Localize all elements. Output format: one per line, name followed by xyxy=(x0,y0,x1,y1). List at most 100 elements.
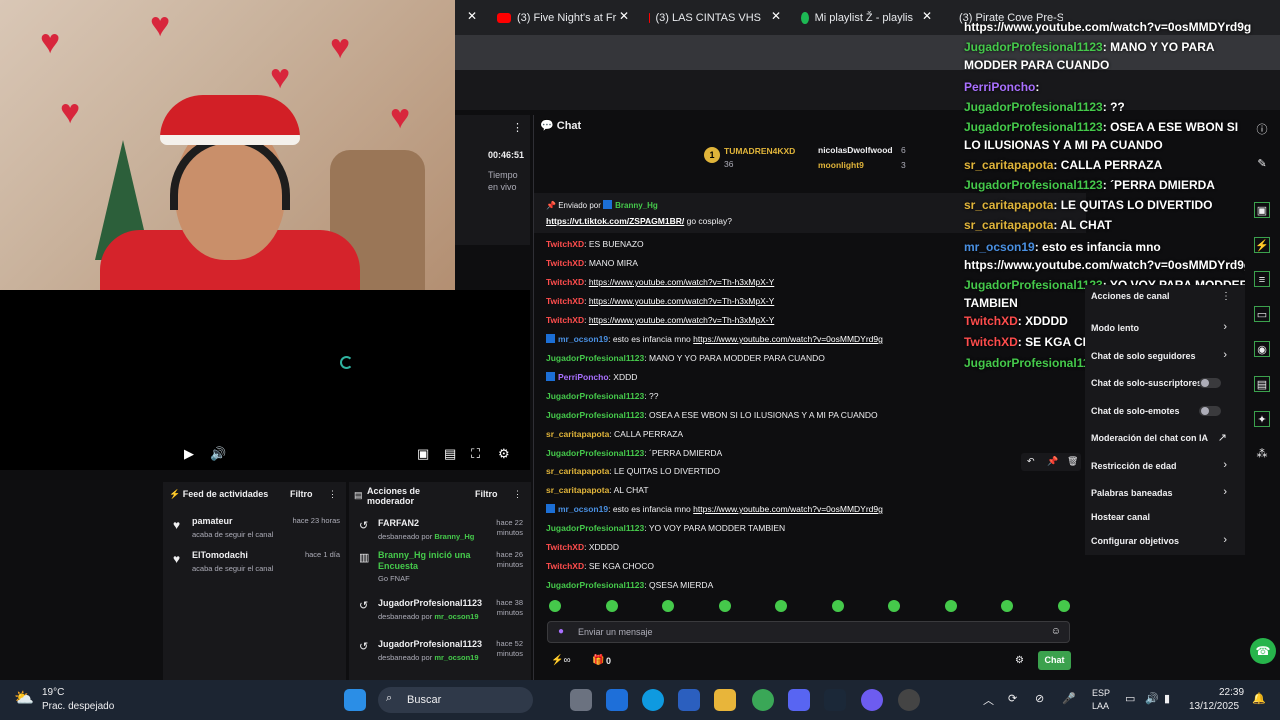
chat-username[interactable]: JugadorProfesional1123 xyxy=(546,580,644,590)
mod-action-title[interactable]: Branny_Hg inició una Encuesta xyxy=(378,550,473,572)
layout-icon[interactable]: ▣ xyxy=(1254,202,1270,218)
mod-user[interactable]: mr_ocson19 xyxy=(434,653,478,662)
browser-tab[interactable]: (3) Five Night's at Fr xyxy=(497,8,622,28)
play-icon[interactable]: ▶ xyxy=(184,446,194,462)
outlook-icon[interactable] xyxy=(606,689,628,711)
emote-icon[interactable] xyxy=(831,600,844,612)
chat-settings-icon[interactable]: ⚙ xyxy=(1015,655,1024,666)
chat-username[interactable]: TwitchXD xyxy=(546,277,584,287)
activity-user[interactable]: pamateur xyxy=(192,516,233,526)
chrome-icon[interactable] xyxy=(752,689,774,711)
reply-icon[interactable]: ↶ xyxy=(1027,456,1035,467)
chat-input[interactable]: ● Enviar un mensaje ☺ xyxy=(547,621,1070,643)
chat-username[interactable]: JugadorProfesional1123 xyxy=(546,353,644,363)
volume-icon[interactable]: 🔊 xyxy=(1145,692,1159,705)
toggle-switch[interactable] xyxy=(1199,406,1221,416)
chat-link[interactable]: https://www.youtube.com/watch?v=Th-h3xMp… xyxy=(589,296,774,306)
delete-icon[interactable]: 🗑 xyxy=(1067,456,1078,467)
chat-link[interactable]: https://www.youtube.com/watch?v=0osMMDYr… xyxy=(693,334,883,344)
mod-action-title[interactable]: FARFAN2 xyxy=(378,518,488,529)
leaderboard-first[interactable]: TUMADREN4KXD xyxy=(724,146,795,156)
steam-icon[interactable] xyxy=(824,689,846,711)
activity-user[interactable]: ElTomodachi xyxy=(192,550,248,560)
emote-icon[interactable] xyxy=(605,600,618,612)
pin-icon[interactable]: 📌 xyxy=(1047,456,1058,467)
channel-action-item[interactable]: Restricción de edad xyxy=(1091,461,1177,471)
info-icon[interactable]: ⓘ xyxy=(1254,122,1270,138)
chat-username[interactable]: sr_caritapapota xyxy=(546,485,609,495)
emote-picker-icon[interactable]: ☺ xyxy=(1051,626,1061,637)
chat-username[interactable]: TwitchXD xyxy=(546,561,584,571)
pinned-link[interactable]: https://vt.tiktok.com/ZSPAGM1BR/ xyxy=(546,216,684,226)
chat-icon[interactable]: ▭ xyxy=(1254,306,1270,322)
bolt-icon[interactable]: ⚡ xyxy=(1254,237,1270,253)
emote-icon[interactable] xyxy=(888,600,900,612)
channel-action-item[interactable]: Chat de solo-suscriptores xyxy=(1091,378,1202,388)
language-region[interactable]: LAA xyxy=(1092,701,1109,711)
tray-icon[interactable]: ⊘ xyxy=(1035,692,1044,705)
battery-icon[interactable]: ▮ xyxy=(1164,692,1170,705)
mic-icon[interactable]: 🎤 xyxy=(1062,692,1076,705)
chat-username[interactable]: sr_caritapapota xyxy=(546,466,609,476)
volume-icon[interactable]: 🔊 xyxy=(210,446,226,462)
chat-username[interactable]: JugadorProfesional1123 xyxy=(546,523,644,533)
channel-action-item[interactable]: Hostear canal xyxy=(1091,512,1150,522)
edit-icon[interactable]: ✎ xyxy=(1254,156,1270,172)
fullscreen-icon[interactable]: ⛶ xyxy=(471,446,480,462)
notification-icon[interactable]: 🔔 xyxy=(1252,692,1266,705)
close-icon[interactable]: ✕ xyxy=(922,9,932,23)
taskbar-search[interactable]: ⌕ Buscar xyxy=(378,687,533,713)
channel-action-item[interactable]: Moderación del chat con IA xyxy=(1091,433,1208,443)
emote-icon[interactable] xyxy=(718,600,731,612)
explorer-icon[interactable] xyxy=(714,689,736,711)
leaderboard-third[interactable]: moonlight9 xyxy=(818,160,864,170)
mod-action-title[interactable]: JugadorProfesional1123 xyxy=(378,639,488,650)
tool-icon[interactable]: ✦ xyxy=(1254,411,1270,427)
emote-icon[interactable] xyxy=(549,600,561,612)
chat-link[interactable]: https://www.youtube.com/watch?v=0osMMDYr… xyxy=(693,504,883,514)
video-player[interactable]: ▶ 🔊 ▣ ▤ ⛶ ⚙ xyxy=(0,290,530,470)
browser-tab[interactable]: (3) LAS CINTAS VHS xyxy=(649,8,761,28)
more-icon[interactable]: ⋮ xyxy=(513,489,522,500)
close-icon[interactable]: ✕ xyxy=(467,9,477,23)
network-icon[interactable]: ⟳ xyxy=(1008,692,1017,705)
list-icon[interactable]: ≡ xyxy=(1254,271,1270,287)
mod-user[interactable]: mr_ocson19 xyxy=(434,612,478,621)
chat-username[interactable]: sr_caritapapota xyxy=(546,429,609,439)
discord-icon[interactable] xyxy=(788,689,810,711)
filter-button[interactable]: Filtro xyxy=(475,489,498,499)
channel-action-item[interactable]: Configurar objetivos xyxy=(1091,536,1179,546)
clock-time[interactable]: 22:39 xyxy=(1219,687,1244,698)
clip-icon[interactable]: ▤ xyxy=(444,446,456,462)
language-code[interactable]: ESP xyxy=(1092,688,1110,698)
emote-icon[interactable] xyxy=(1057,600,1070,612)
chat-username[interactable]: JugadorProfesional1123 xyxy=(546,410,644,420)
broadcast-icon[interactable]: ◉ xyxy=(1254,341,1270,357)
emote-icon[interactable] xyxy=(775,600,787,612)
weather-icon[interactable]: ⛅ xyxy=(14,688,34,708)
wifi-icon[interactable]: ▭ xyxy=(1125,692,1135,705)
close-icon[interactable]: ✕ xyxy=(619,9,629,23)
more-icon[interactable]: ⋮ xyxy=(1221,291,1231,302)
leaderboard-second[interactable]: nicolasDwolfwood xyxy=(818,145,893,155)
extension-icon[interactable]: ⁂ xyxy=(1254,446,1270,462)
help-icon[interactable]: ☎ xyxy=(1250,638,1276,664)
chat-link[interactable]: https://www.youtube.com/watch?v=Th-h3xMp… xyxy=(589,315,774,325)
toggle-switch[interactable] xyxy=(1199,378,1221,388)
store-icon[interactable] xyxy=(678,689,700,711)
obs-icon[interactable] xyxy=(898,689,920,711)
chat-username[interactable]: TwitchXD xyxy=(546,296,584,306)
channel-action-item[interactable]: Modo lento xyxy=(1091,323,1139,333)
chat-username[interactable]: PerriPoncho xyxy=(558,372,609,382)
mic-icon[interactable]: ● xyxy=(558,626,564,637)
emote-icon[interactable] xyxy=(662,600,674,612)
filter-button[interactable]: Filtro xyxy=(290,489,313,499)
channel-action-item[interactable]: Chat de solo seguidores xyxy=(1091,351,1196,361)
edge-icon[interactable] xyxy=(642,689,664,711)
chat-username[interactable]: JugadorProfesional1123 xyxy=(546,448,644,458)
chat-username[interactable]: TwitchXD xyxy=(546,258,584,268)
more-icon[interactable]: ⋮ xyxy=(328,489,337,500)
emote-icon[interactable] xyxy=(1001,600,1013,612)
theater-icon[interactable]: ▣ xyxy=(417,446,429,462)
more-icon[interactable]: ⋮ xyxy=(512,121,523,134)
